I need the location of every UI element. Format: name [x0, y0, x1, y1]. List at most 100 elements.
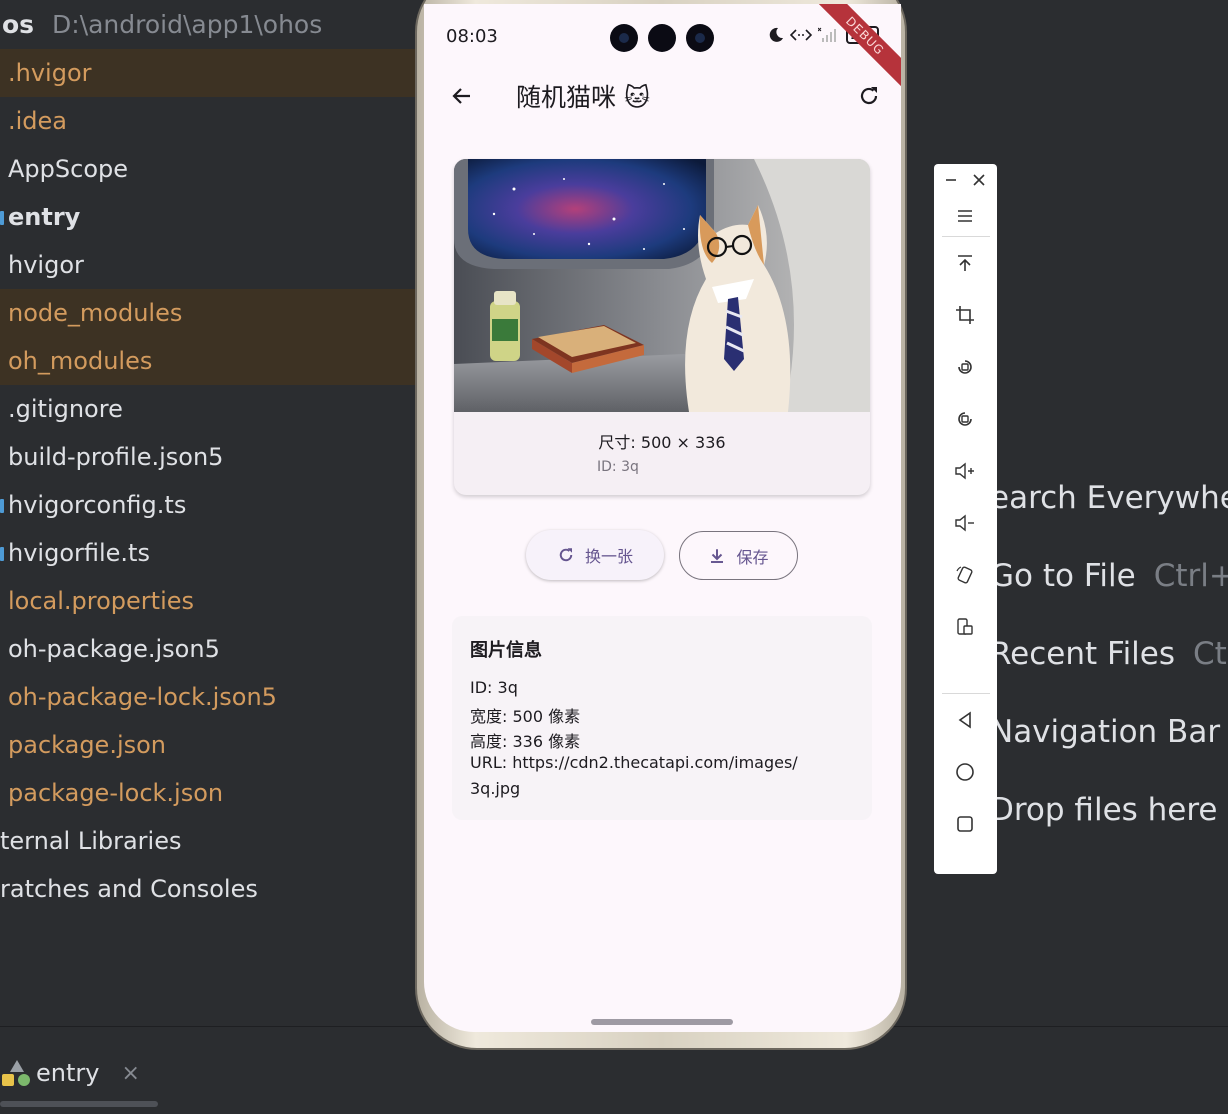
hint-go-to-file: Go to File Ctrl+ — [990, 558, 1228, 594]
tree-item-label: hvigor — [8, 251, 84, 279]
cat-photo — [454, 159, 870, 412]
status-time: 08:03 — [446, 26, 498, 47]
volume-down-icon[interactable] — [945, 505, 985, 541]
project-name: os — [2, 10, 35, 39]
camera-icon — [648, 24, 676, 52]
rotate-right-icon[interactable] — [945, 401, 985, 437]
minimize-icon[interactable] — [936, 164, 966, 196]
run-tab-label: entry — [36, 1059, 100, 1087]
refresh-icon — [559, 548, 573, 562]
tree-item-label: package-lock.json — [8, 779, 224, 807]
run-tab-entry[interactable]: entry × — [2, 1047, 140, 1099]
refresh-icon[interactable] — [849, 76, 889, 116]
horizontal-scrollbar[interactable] — [0, 1101, 158, 1107]
module-run-icon — [2, 1058, 32, 1088]
change-image-label: 换一张 — [584, 547, 633, 566]
info-id: ID: 3q — [470, 678, 518, 697]
hint-search-everywhere: earch Everywhe — [990, 480, 1228, 516]
app-title: 随机猫咪 🐱 — [516, 83, 651, 112]
tree-item-label: hvigorfile.ts — [8, 539, 150, 567]
tree-item-hvigor-dir[interactable]: .hvigor — [0, 49, 416, 97]
tree-item-oh-package[interactable]: oh-package.json5 — [0, 625, 416, 673]
tree-item-gitignore[interactable]: .gitignore — [0, 385, 416, 433]
tree-item-idea[interactable]: .idea — [0, 97, 416, 145]
tree-item-external-libraries[interactable]: ternal Libraries — [0, 817, 416, 865]
toolbar-separator — [942, 693, 990, 694]
tree-item-label: AppScope — [8, 155, 128, 183]
close-icon[interactable]: × — [121, 1061, 139, 1086]
data-transfer-icon — [789, 29, 812, 41]
file-marker-icon — [0, 499, 4, 513]
tree-item-label: .gitignore — [8, 395, 123, 423]
rotate-left-icon[interactable] — [945, 349, 985, 385]
info-width: 宽度: 500 像素 — [470, 707, 581, 726]
volume-up-icon[interactable] — [945, 453, 985, 489]
hint-drop-files: Drop files here t — [990, 792, 1228, 828]
emulator-toolbar — [934, 164, 997, 874]
camera-icon — [686, 24, 714, 52]
tree-item-label: package.json — [8, 731, 167, 759]
back-nav-icon[interactable] — [945, 702, 985, 738]
project-path: D:\android\app1\ohos — [52, 10, 323, 39]
tree-item-package-lock[interactable]: package-lock.json — [0, 769, 416, 817]
tree-item-node-modules[interactable]: node_modules — [0, 289, 416, 337]
tree-item-oh-modules[interactable]: oh_modules — [0, 337, 416, 385]
screenshot-icon[interactable] — [945, 609, 985, 645]
tree-item-package-json[interactable]: package.json — [0, 721, 416, 769]
recents-nav-icon[interactable] — [945, 806, 985, 842]
hint-text: Recent Files — [990, 636, 1176, 672]
save-button[interactable]: 保存 — [679, 531, 798, 580]
file-marker-icon — [0, 547, 4, 561]
tree-item-label: hvigorconfig.ts — [8, 491, 187, 519]
tree-item-build-profile[interactable]: build-profile.json5 — [0, 433, 416, 481]
change-image-button[interactable]: 换一张 — [526, 530, 664, 580]
tree-item-entry[interactable]: entry — [0, 193, 416, 241]
info-url: URL: https://cdn2.thecatapi.com/images/ — [470, 753, 798, 772]
image-info-panel: 图片信息 ID: 3q 宽度: 500 像素 高度: 336 像素 URL: h… — [452, 616, 872, 820]
camera-icon — [610, 24, 638, 52]
cat-image-card: 尺寸: 500 × 336 ID: 3q — [454, 159, 870, 495]
project-header[interactable]: os D:\android\app1\ohos — [0, 0, 420, 50]
tree-item-hvigorfile[interactable]: hvigorfile.ts — [0, 529, 416, 577]
tree-item-oh-package-lock[interactable]: oh-package-lock.json5 — [0, 673, 416, 721]
screen-rotate-icon[interactable] — [945, 557, 985, 593]
tree-item-label: .idea — [8, 107, 68, 135]
home-indicator[interactable] — [591, 1019, 733, 1025]
hint-navigation-bar: Navigation Bar — [990, 714, 1228, 750]
home-nav-icon[interactable] — [945, 754, 985, 790]
project-tool-window: os D:\android\app1\ohos .hvigor .idea Ap… — [0, 0, 420, 1026]
moon-icon — [769, 27, 783, 42]
tree-item-hvigorconfig[interactable]: hvigorconfig.ts — [0, 481, 416, 529]
tree-item-label: node_modules — [8, 299, 183, 327]
crop-icon[interactable] — [945, 297, 985, 333]
back-arrow-icon[interactable] — [442, 76, 482, 116]
hint-recent-files: Recent Files Ctr — [990, 636, 1228, 672]
info-height: 高度: 336 像素 — [470, 732, 581, 751]
signal-icon — [817, 27, 836, 42]
hint-text: Go to File — [990, 558, 1136, 594]
tree-item-label: .hvigor — [8, 59, 92, 87]
hint-text: earch Everywhe — [990, 480, 1228, 516]
tree-item-label: local.properties — [8, 587, 195, 615]
close-icon[interactable] — [964, 164, 994, 196]
hint-text: Navigation Bar — [990, 714, 1221, 750]
info-url-continued: 3q.jpg — [470, 779, 521, 798]
app-bar: 随机猫咪 🐱 — [424, 68, 901, 124]
tree-item-label: oh_modules — [8, 347, 153, 375]
status-bar: 08:03 100 DEBUG — [424, 4, 901, 93]
tree-item-appscope[interactable]: AppScope — [0, 145, 416, 193]
module-marker-icon — [0, 211, 4, 225]
tree-item-hvigor[interactable]: hvigor — [0, 241, 416, 289]
save-label: 保存 — [736, 547, 769, 567]
image-size-text: 尺寸: 500 × 336 — [598, 433, 726, 452]
info-title: 图片信息 — [470, 640, 542, 661]
pin-top-icon[interactable] — [945, 245, 985, 281]
tree-item-scratches[interactable]: ratches and Consoles — [0, 865, 416, 913]
toolbar-separator — [942, 236, 990, 237]
tree-item-local-properties[interactable]: local.properties — [0, 577, 416, 625]
download-icon — [711, 548, 724, 563]
tree-item-label: build-profile.json5 — [8, 443, 224, 471]
menu-icon[interactable] — [945, 198, 985, 234]
tree-item-label: oh-package.json5 — [8, 635, 220, 663]
phone-screen: 08:03 100 DEBUG 随机猫咪 🐱 — [424, 4, 901, 1032]
